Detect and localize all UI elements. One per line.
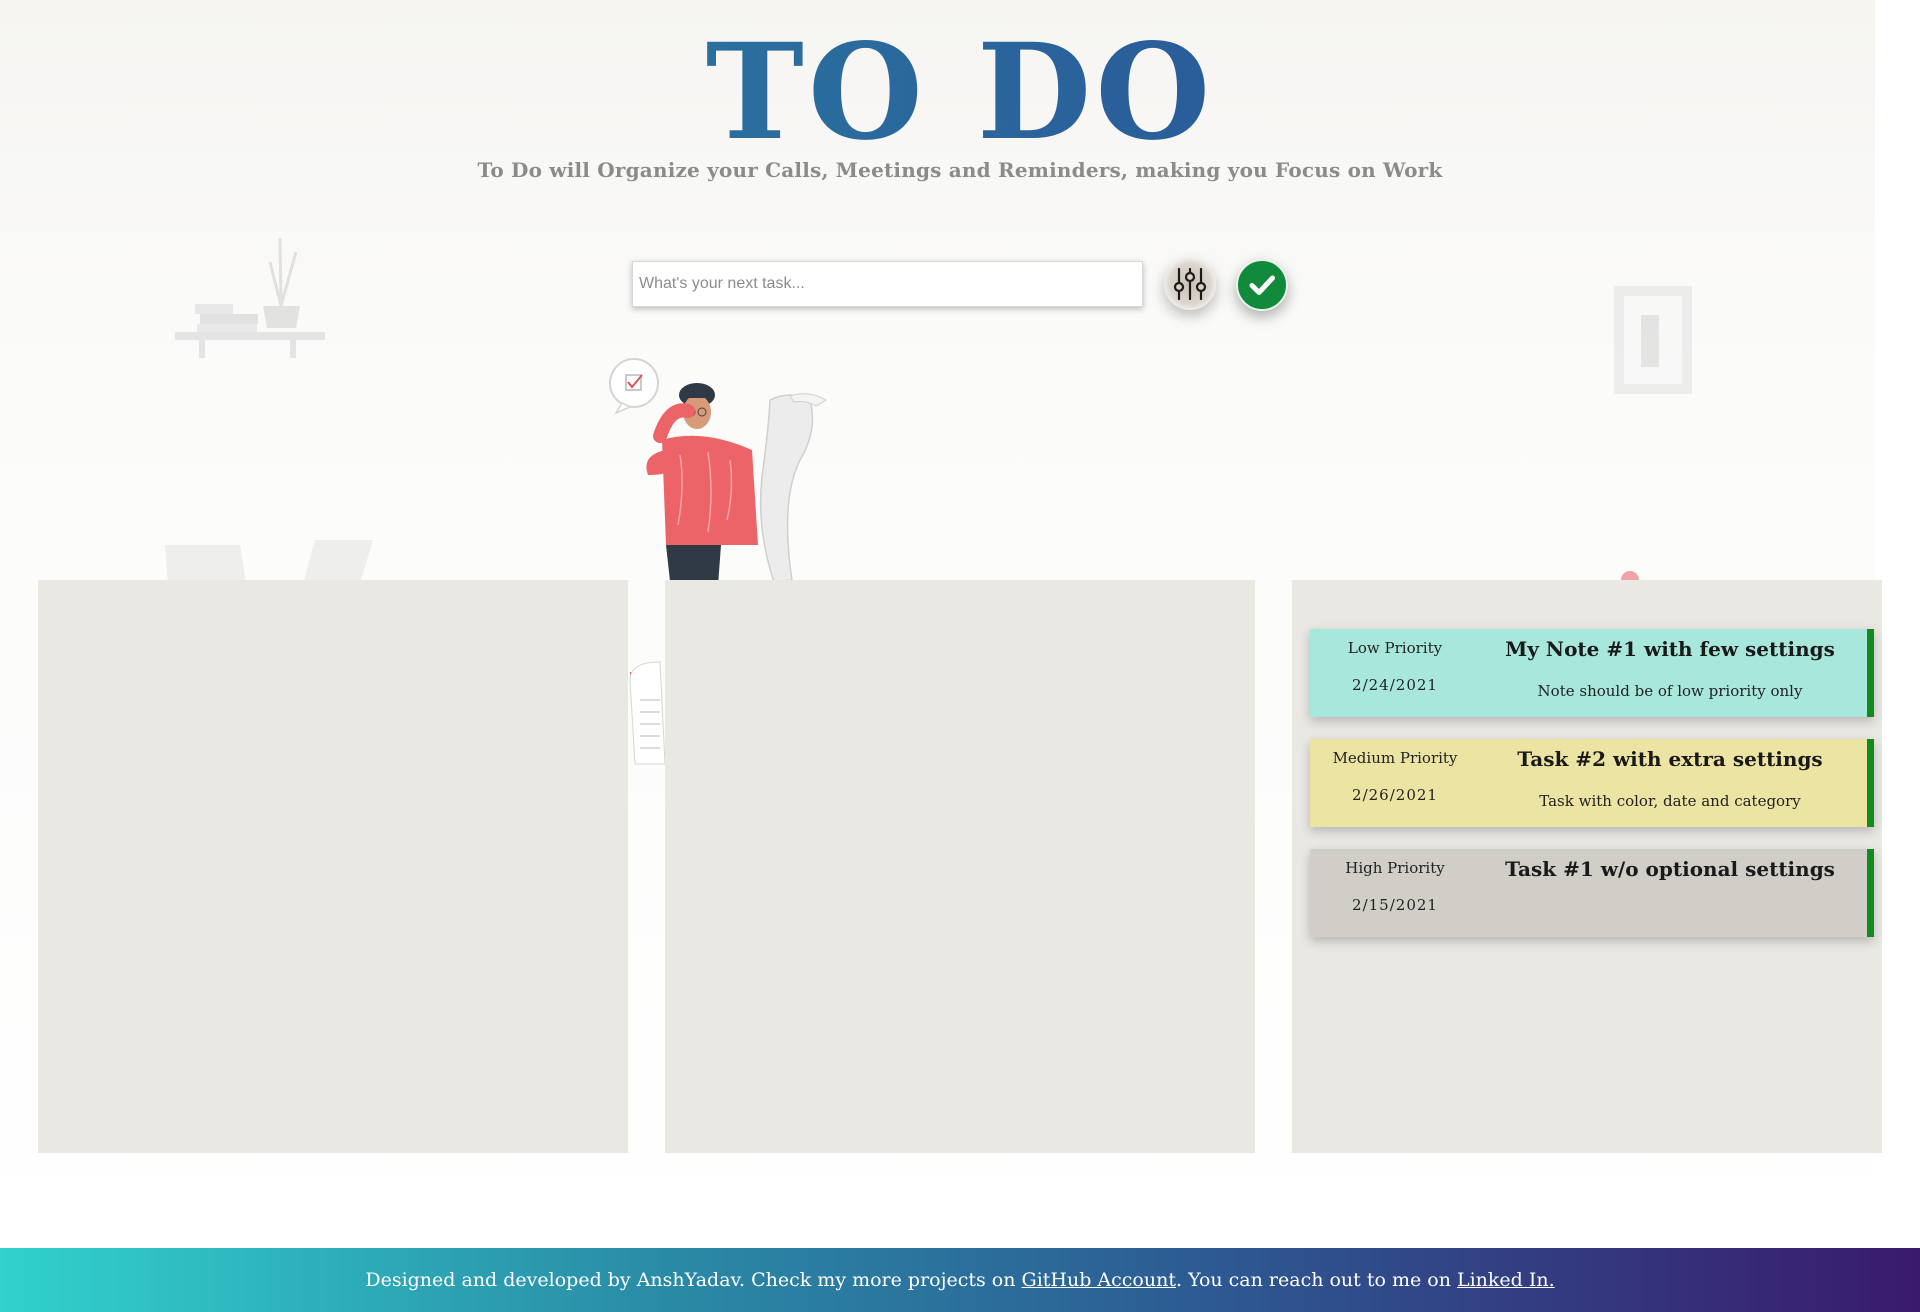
task-column-3: Low Priority 2/24/2021 My Note #1 with f…	[1292, 580, 1882, 1153]
footer-text-intro: Designed and developed by AnshYadav. Che…	[365, 1269, 1022, 1291]
task-card[interactable]: High Priority 2/15/2021 Task #1 w/o opti…	[1310, 849, 1874, 937]
task-priority: High Priority	[1345, 859, 1445, 877]
github-link[interactable]: GitHub Account	[1022, 1269, 1176, 1291]
task-title: Task #2 with extra settings	[1517, 747, 1823, 771]
linkedin-link[interactable]: Linked In.	[1457, 1269, 1555, 1291]
task-card[interactable]: Low Priority 2/24/2021 My Note #1 with f…	[1310, 629, 1874, 717]
task-priority: Medium Priority	[1332, 749, 1458, 767]
task-column-1	[38, 580, 628, 1153]
task-priority: Low Priority	[1347, 639, 1443, 657]
task-date: 2/26/2021	[1352, 786, 1438, 804]
app-title: TO DO	[0, 18, 1920, 168]
task-title: My Note #1 with few settings	[1505, 637, 1835, 661]
task-title: Task #1 w/o optional settings	[1505, 857, 1835, 881]
footer-text-middle: . You can reach out to me on	[1175, 1269, 1457, 1291]
add-task-button[interactable]	[1236, 259, 1288, 311]
task-column-2	[665, 580, 1255, 1153]
task-card[interactable]: Medium Priority 2/26/2021 Task #2 with e…	[1310, 739, 1874, 827]
task-date: 2/24/2021	[1352, 676, 1438, 694]
app-subtitle: To Do will Organize your Calls, Meetings…	[477, 158, 1443, 182]
task-description: Task with color, date and category	[1539, 792, 1801, 810]
task-input[interactable]	[632, 261, 1143, 307]
footer: Designed and developed by AnshYadav. Che…	[0, 1248, 1920, 1312]
checkmark-icon	[1249, 275, 1275, 295]
task-description: Note should be of low priority only	[1537, 682, 1803, 700]
filter-settings-button[interactable]	[1164, 258, 1216, 310]
task-date: 2/15/2021	[1352, 896, 1438, 914]
sliders-icon	[1173, 267, 1207, 301]
